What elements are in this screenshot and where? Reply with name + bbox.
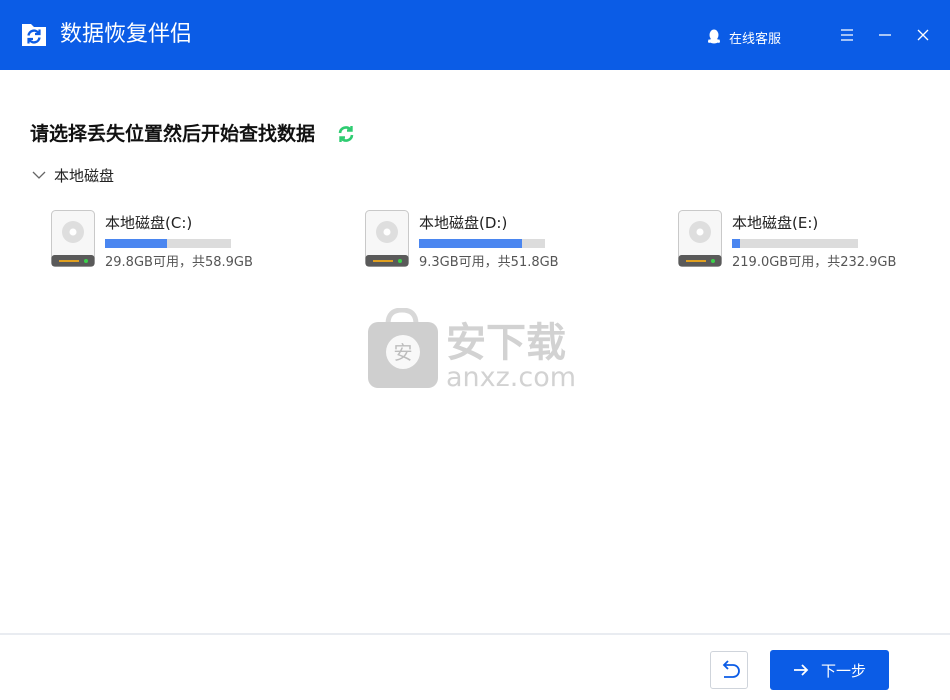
app-title: 数据恢复伴侣 (60, 22, 193, 47)
next-step-label: 下一步 (820, 661, 866, 680)
menu-icon[interactable] (839, 27, 855, 43)
disk-usage-bar (105, 239, 231, 248)
undo-icon (722, 660, 740, 678)
disk-size-text: 29.8GB可用，共58.9GB (105, 255, 253, 270)
hard-drive-icon (365, 210, 409, 267)
arrow-right-icon (793, 664, 809, 676)
footer-divider (0, 633, 950, 635)
disk-size-text: 9.3GB可用，共51.8GB (419, 255, 559, 270)
close-icon[interactable] (915, 27, 931, 43)
next-step-button[interactable]: 下一步 (770, 650, 889, 690)
minimize-icon[interactable] (877, 27, 893, 43)
app-logo-icon (22, 24, 46, 46)
title-bar: 数据恢复伴侣 在线客服 (0, 0, 950, 70)
disk-name: 本地磁盘(D:) (419, 214, 508, 232)
hard-drive-icon (678, 210, 722, 267)
disk-usage-fill (419, 239, 523, 248)
disk-usage-bar (732, 239, 858, 248)
disk-item-c[interactable]: 本地磁盘(C:) 29.8GB可用，共58.9GB (51, 210, 321, 270)
disk-usage-bar (419, 239, 545, 248)
disk-item-d[interactable]: 本地磁盘(D:) 9.3GB可用，共51.8GB (365, 210, 635, 270)
watermark-en: anxz.com (446, 362, 576, 390)
hard-drive-icon (51, 210, 95, 267)
disk-usage-fill (105, 239, 167, 248)
watermark-badge: 安 (393, 342, 412, 364)
watermark-logo: 安 安下载 anxz.com (368, 308, 576, 390)
disk-size-text: 219.0GB可用，共232.9GB (732, 255, 897, 270)
support-label: 在线客服 (729, 31, 782, 47)
disk-usage-fill (732, 239, 740, 248)
page-heading: 请选择丢失位置然后开始查找数据 (30, 123, 316, 145)
disk-name: 本地磁盘(E:) (732, 214, 819, 232)
chevron-down-icon (32, 171, 46, 179)
refresh-icon[interactable] (336, 124, 356, 144)
local-disk-group-toggle[interactable]: 本地磁盘 (32, 164, 114, 186)
qq-icon (708, 29, 720, 44)
online-support-button[interactable]: 在线客服 (707, 28, 782, 47)
back-button[interactable] (710, 651, 748, 689)
group-label: 本地磁盘 (54, 166, 115, 185)
disk-item-e[interactable]: 本地磁盘(E:) 219.0GB可用，共232.9GB (678, 210, 948, 270)
watermark-cn: 安下载 (446, 320, 566, 366)
disk-name: 本地磁盘(C:) (105, 214, 193, 232)
